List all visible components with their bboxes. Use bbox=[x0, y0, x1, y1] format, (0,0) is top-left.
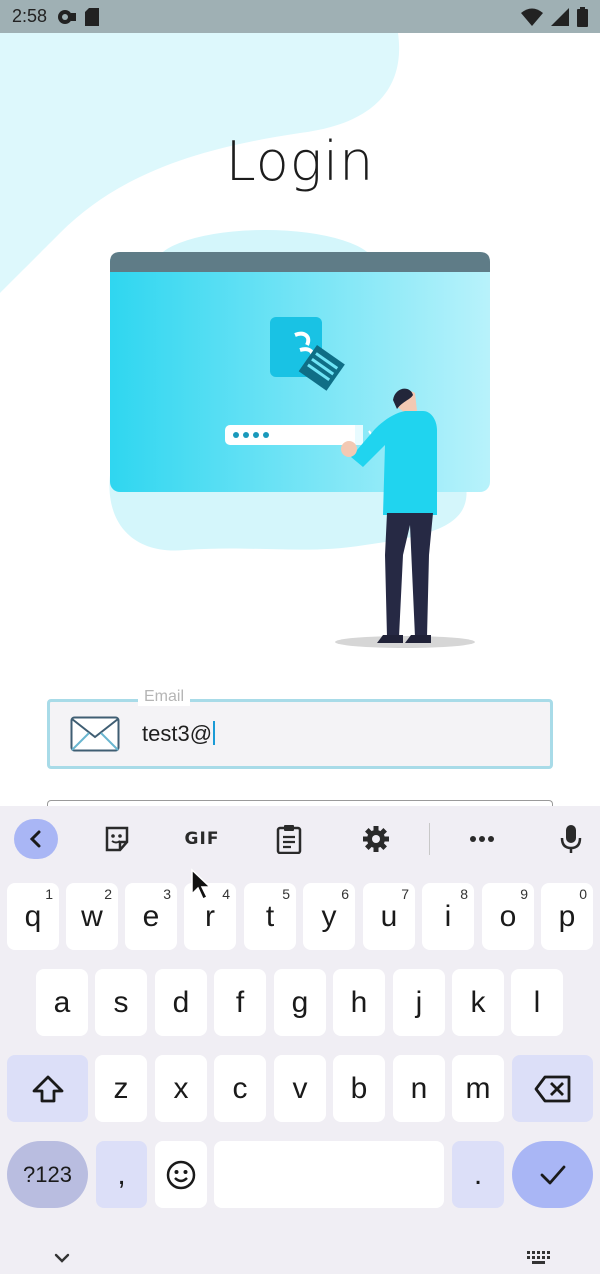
key-l[interactable]: l bbox=[511, 969, 563, 1036]
email-input-value: test3@ bbox=[142, 721, 213, 746]
login-illustration bbox=[109, 230, 490, 648]
key-y[interactable]: y6 bbox=[303, 883, 355, 950]
more-horizontal-icon bbox=[470, 836, 494, 842]
sticker-button[interactable] bbox=[95, 819, 139, 859]
chevron-left-icon bbox=[29, 830, 41, 848]
keyboard-switch-icon[interactable] bbox=[526, 1250, 550, 1264]
key-u[interactable]: u7 bbox=[363, 883, 415, 950]
gif-label: GIF bbox=[184, 829, 220, 849]
status-bar: 2:58 bbox=[0, 0, 600, 33]
signal-icon bbox=[551, 7, 569, 26]
key-j[interactable]: j bbox=[393, 969, 445, 1036]
backspace-icon bbox=[534, 1075, 570, 1102]
keyboard-toolbar: GIF bbox=[0, 806, 600, 872]
email-input[interactable]: test3@ bbox=[142, 721, 216, 747]
email-field[interactable]: Email test3@ bbox=[47, 688, 553, 769]
voice-input-button[interactable] bbox=[549, 819, 593, 859]
more-button[interactable] bbox=[460, 819, 504, 859]
backspace-key[interactable] bbox=[512, 1055, 593, 1122]
symbols-key[interactable]: ?123 bbox=[7, 1141, 88, 1208]
shift-key[interactable] bbox=[7, 1055, 88, 1122]
gif-button[interactable]: GIF bbox=[180, 819, 224, 859]
text-caret bbox=[213, 721, 216, 745]
key-m[interactable]: m bbox=[452, 1055, 504, 1122]
microphone-icon bbox=[560, 825, 582, 853]
emoji-icon bbox=[166, 1160, 196, 1189]
shift-arrow-icon bbox=[32, 1075, 63, 1102]
key-b[interactable]: b bbox=[333, 1055, 385, 1122]
key-x[interactable]: x bbox=[155, 1055, 207, 1122]
key-n[interactable]: n bbox=[393, 1055, 445, 1122]
key-t[interactable]: t5 bbox=[244, 883, 296, 950]
key-z[interactable]: z bbox=[95, 1055, 147, 1122]
wifi-icon bbox=[521, 8, 543, 26]
key-v[interactable]: v bbox=[274, 1055, 326, 1122]
gear-icon bbox=[363, 826, 389, 852]
key-a[interactable]: a bbox=[36, 969, 88, 1036]
clipboard-button[interactable] bbox=[267, 819, 311, 859]
emoji-key[interactable] bbox=[155, 1141, 207, 1208]
key-s[interactable]: s bbox=[95, 969, 147, 1036]
key-c[interactable]: c bbox=[214, 1055, 266, 1122]
email-label: Email bbox=[138, 688, 191, 706]
sticker-icon bbox=[105, 826, 129, 852]
space-key[interactable] bbox=[214, 1141, 444, 1208]
key-k[interactable]: k bbox=[452, 969, 504, 1036]
envelope-icon bbox=[70, 716, 120, 752]
sync-icon bbox=[58, 9, 77, 24]
key-p[interactable]: p0 bbox=[541, 883, 593, 950]
enter-key[interactable] bbox=[512, 1141, 593, 1208]
mouse-pointer-icon bbox=[191, 868, 210, 901]
period-key[interactable]: . bbox=[452, 1141, 504, 1208]
key-q[interactable]: q1 bbox=[7, 883, 59, 950]
key-f[interactable]: f bbox=[214, 969, 266, 1036]
hide-keyboard-icon[interactable] bbox=[52, 1252, 72, 1264]
on-screen-keyboard: GIF q 1 w 2 e 3 r 4 t 5 y 6 u 7 i 8 o 9 … bbox=[0, 806, 600, 1274]
status-time: 2:58 bbox=[12, 6, 48, 26]
key-g[interactable]: g bbox=[274, 969, 326, 1036]
clipboard-icon bbox=[276, 825, 302, 854]
key-d[interactable]: d bbox=[155, 969, 207, 1036]
checkmark-icon bbox=[540, 1165, 565, 1184]
key-o[interactable]: o9 bbox=[482, 883, 534, 950]
key-w[interactable]: w2 bbox=[66, 883, 118, 950]
comma-key[interactable]: , bbox=[96, 1141, 147, 1208]
toolbar-back-button[interactable] bbox=[14, 819, 58, 859]
key-h[interactable]: h bbox=[333, 969, 385, 1036]
battery-icon bbox=[577, 6, 588, 27]
toolbar-divider bbox=[429, 823, 430, 855]
key-e[interactable]: e3 bbox=[125, 883, 177, 950]
key-i[interactable]: i8 bbox=[422, 883, 474, 950]
settings-button[interactable] bbox=[354, 819, 398, 859]
page-title: Login bbox=[225, 130, 375, 193]
sd-card-icon bbox=[85, 7, 100, 26]
